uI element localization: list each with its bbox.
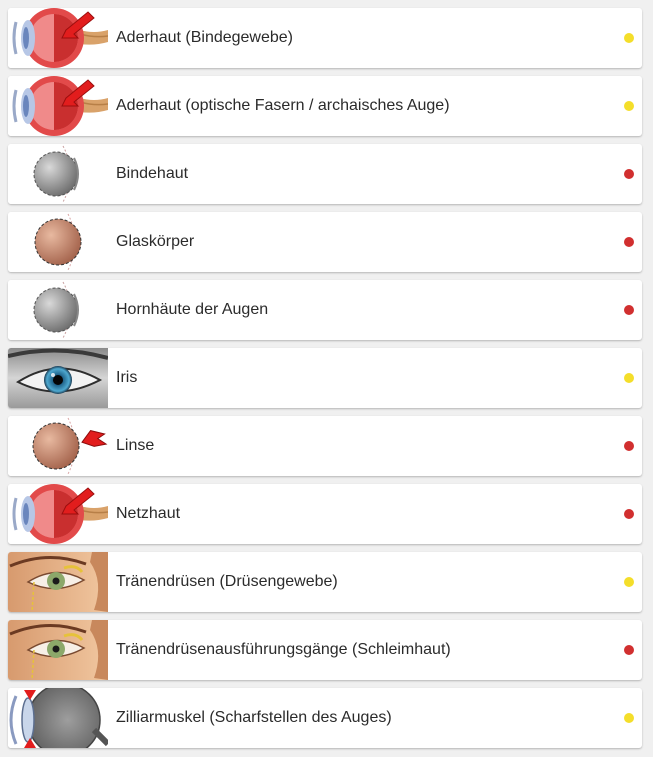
list-item-linse[interactable]: Linse <box>8 416 642 476</box>
list-item-label: Zilliarmuskel (Scharfstellen des Auges) <box>116 709 392 726</box>
status-dot <box>624 441 634 451</box>
status-dot <box>624 509 634 519</box>
tear-gland-icon <box>8 552 108 612</box>
list-item-label: Aderhaut (optische Fasern / archaisches … <box>116 97 450 114</box>
list-item-label: Linse <box>116 437 155 454</box>
list-item-label: Hornhäute der Augen <box>116 301 269 318</box>
list-item-netzhaut[interactable]: Netzhaut <box>8 484 642 544</box>
list-item-label: Tränendrüsen (Drüsengewebe) <box>116 573 338 590</box>
list-item-label: Bindehaut <box>116 165 189 182</box>
iris-photo-icon <box>8 348 108 408</box>
eye-cross-section-arrow-icon <box>8 484 108 544</box>
list-item-zilliarmuskel[interactable]: Zilliarmuskel (Scharfstellen des Auges) <box>8 688 642 748</box>
list-item-traenendruesen[interactable]: Tränendrüsen (Drüsengewebe) <box>8 552 642 612</box>
list-item-aderhaut-optische-fasern[interactable]: Aderhaut (optische Fasern / archaisches … <box>8 76 642 136</box>
gray-eyeball-icon <box>8 144 108 204</box>
eye-cross-section-arrow-icon <box>8 8 108 68</box>
status-dot <box>624 577 634 587</box>
brown-eyeball-arrow-icon <box>8 416 108 476</box>
list-item-aderhaut-bindegewebe[interactable]: Aderhaut (Bindegewebe) <box>8 8 642 68</box>
list-item-bindehaut[interactable]: Bindehaut <box>8 144 642 204</box>
organ-list: Aderhaut (Bindegewebe) Aderhaut (optisch… <box>0 0 653 757</box>
list-item-iris[interactable]: Iris <box>8 348 642 408</box>
list-item-label: Aderhaut (Bindegewebe) <box>116 29 294 46</box>
status-dot <box>624 305 634 315</box>
tear-gland-icon <box>8 620 108 680</box>
status-dot <box>624 237 634 247</box>
eye-cross-section-arrow-icon <box>8 76 108 136</box>
gray-eyeball-icon <box>8 280 108 340</box>
list-item-label: Glaskörper <box>116 233 195 250</box>
list-item-label: Netzhaut <box>116 505 181 522</box>
status-dot <box>624 101 634 111</box>
list-item-hornhaeute[interactable]: Hornhäute der Augen <box>8 280 642 340</box>
status-dot <box>624 373 634 383</box>
list-item-label: Tränendrüsenausführungsgänge (Schleimhau… <box>116 641 451 658</box>
list-item-label: Iris <box>116 369 138 386</box>
list-item-glaskoerper[interactable]: Glaskörper <box>8 212 642 272</box>
list-item-traenendruesenausfuehrungsgaenge[interactable]: Tränendrüsenausführungsgänge (Schleimhau… <box>8 620 642 680</box>
status-dot <box>624 33 634 43</box>
status-dot <box>624 713 634 723</box>
brown-eyeball-icon <box>8 212 108 272</box>
ciliary-muscle-icon <box>8 688 108 748</box>
status-dot <box>624 645 634 655</box>
status-dot <box>624 169 634 179</box>
